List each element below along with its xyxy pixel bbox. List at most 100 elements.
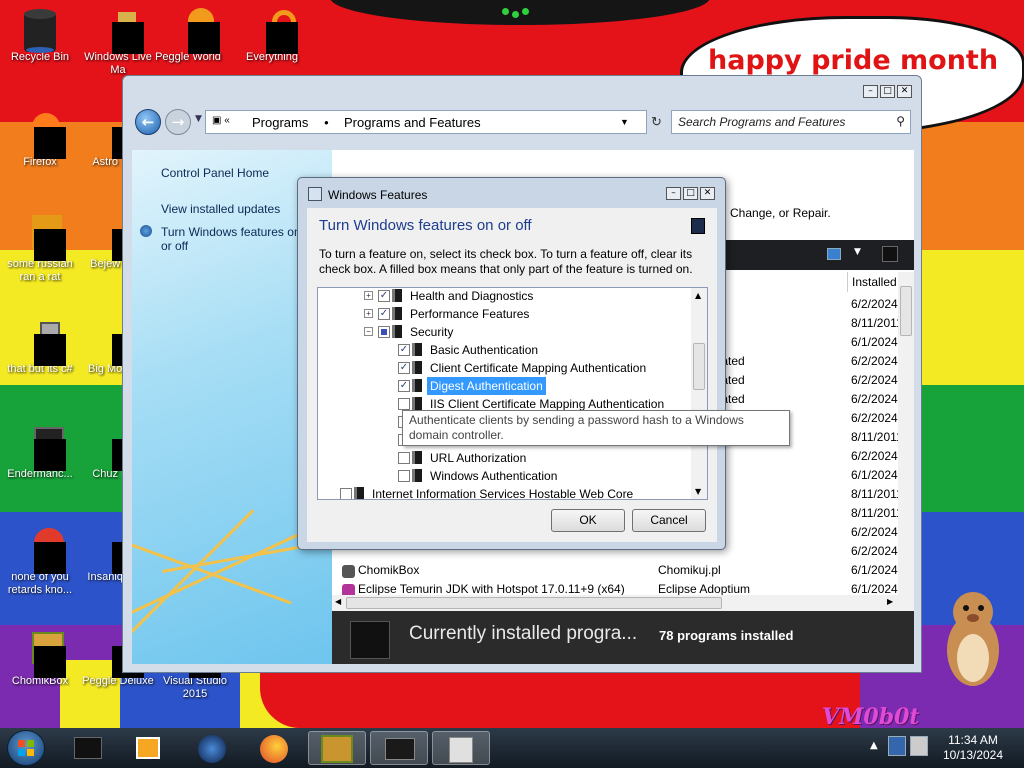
refresh-icon[interactable]: ↻ bbox=[651, 114, 662, 130]
feature-item[interactable]: ✓ Client Certificate Mapping Authenticati… bbox=[318, 359, 690, 377]
column-header-installed[interactable]: Installed bbox=[847, 272, 899, 292]
minimize-icon[interactable]: – bbox=[863, 85, 878, 98]
wallpaper-dot bbox=[502, 8, 509, 15]
feature-checkbox[interactable]: ✓ bbox=[378, 308, 390, 320]
desktop-icon-peggle-world[interactable]: Peggle World bbox=[148, 8, 228, 64]
view-dropdown-icon[interactable]: ▼ bbox=[854, 247, 861, 257]
expand-icon[interactable]: + bbox=[364, 309, 373, 318]
network-icon[interactable] bbox=[888, 736, 906, 756]
expand-icon[interactable]: + bbox=[364, 291, 373, 300]
help-icon[interactable] bbox=[691, 218, 705, 234]
collapse-icon[interactable]: − bbox=[364, 327, 373, 336]
search-icon[interactable]: ⚲ bbox=[896, 114, 905, 128]
watermark-text: VM0b0t bbox=[822, 704, 920, 728]
address-box[interactable]: ▣ « Programs ● Programs and Features ▼ ↻ bbox=[205, 110, 662, 134]
table-row[interactable]: ChomikBox Chomikuj.pl 6/1/2024 bbox=[332, 562, 898, 581]
feature-label: Internet Information Services Hostable W… bbox=[372, 487, 634, 500]
feature-item[interactable]: Internet Information Services Hostable W… bbox=[318, 485, 690, 500]
firefox-icon bbox=[20, 113, 66, 159]
show-hidden-icons-icon[interactable]: ▲ bbox=[870, 740, 878, 751]
help-icon[interactable] bbox=[882, 246, 898, 262]
taskbar-app-1[interactable] bbox=[60, 731, 118, 765]
dialog-heading: Turn Windows features on or off bbox=[319, 217, 532, 234]
feature-checkbox[interactable] bbox=[398, 398, 410, 410]
search-input[interactable]: Search Programs and Features ⚲ bbox=[671, 110, 911, 134]
windows-features-dialog: Windows Features – □ ✕ Turn Windows feat… bbox=[297, 177, 726, 550]
taskbar-app-chomikbox[interactable] bbox=[308, 731, 366, 765]
close-icon[interactable]: ✕ bbox=[897, 85, 912, 98]
close-icon[interactable]: ✕ bbox=[700, 187, 715, 200]
volume-icon[interactable] bbox=[910, 736, 928, 756]
link-view-installed-updates[interactable]: View installed updates bbox=[161, 202, 280, 216]
feature-checkbox[interactable] bbox=[340, 488, 352, 499]
feature-checkbox[interactable]: ✓ bbox=[398, 380, 410, 392]
desktop-icon-csharp[interactable]: that but its c# bbox=[0, 320, 80, 376]
minimize-icon[interactable]: – bbox=[666, 187, 681, 200]
feature-item[interactable]: ✓ Digest Authentication bbox=[318, 377, 690, 395]
desktop-icon-chomikbox[interactable]: ChomikBox bbox=[0, 632, 80, 688]
dialog-window-controls: – □ ✕ bbox=[666, 187, 715, 200]
feature-label: Health and Diagnostics bbox=[410, 289, 534, 303]
tree-scrollbar[interactable]: ▲ ▼ bbox=[691, 288, 707, 499]
feature-checkbox[interactable]: ✓ bbox=[398, 344, 410, 356]
desktop-icon-everything[interactable]: Everything bbox=[232, 8, 312, 64]
feature-item[interactable]: ✓ Basic Authentication bbox=[318, 341, 690, 359]
feature-item[interactable]: URL Authorization bbox=[318, 449, 690, 467]
list-horizontal-scrollbar[interactable]: ◀ ▶ bbox=[332, 595, 898, 611]
feature-checkbox[interactable]: ✓ bbox=[378, 290, 390, 302]
media-player-icon bbox=[136, 737, 160, 759]
recent-pages-dropdown-icon[interactable]: ▼ bbox=[195, 114, 202, 124]
cancel-button[interactable]: Cancel bbox=[632, 509, 706, 532]
program-installed-date: 6/1/2024 bbox=[851, 563, 898, 577]
address-dropdown-icon[interactable]: ▼ bbox=[620, 117, 629, 127]
feature-checkbox[interactable] bbox=[398, 452, 410, 464]
feature-item[interactable]: + ✓ Performance Features bbox=[318, 305, 690, 323]
taskbar-app-firefox[interactable] bbox=[246, 731, 304, 765]
address-bar-area: ← → ▼ ▣ « Programs ● Programs and Featur… bbox=[135, 106, 911, 138]
breadcrumb-programs[interactable]: Programs bbox=[252, 115, 308, 130]
taskbar-app-media[interactable] bbox=[120, 731, 178, 765]
list-vertical-scrollbar[interactable]: ▼ bbox=[898, 272, 914, 664]
taskbar-app-globe[interactable] bbox=[184, 731, 242, 765]
feature-checkbox[interactable] bbox=[378, 326, 390, 338]
link-turn-features-on-off[interactable]: Turn Windows features on or off bbox=[161, 225, 301, 253]
feature-item[interactable]: + ✓ Health and Diagnostics bbox=[318, 288, 690, 305]
back-button[interactable]: ← bbox=[135, 109, 161, 135]
feature-checkbox[interactable] bbox=[398, 470, 410, 482]
program-installed-date: 8/11/2011 bbox=[851, 430, 903, 444]
program-installed-date: 6/2/2024 bbox=[851, 373, 898, 387]
taskbar-app-programs[interactable] bbox=[370, 731, 428, 765]
desktop-icon-russian-rat[interactable]: some russian ran a rat bbox=[0, 215, 80, 284]
scroll-left-icon[interactable]: ◀ bbox=[335, 597, 341, 606]
taskbar-app-features[interactable] bbox=[432, 731, 490, 765]
feature-item[interactable]: − Security bbox=[318, 323, 690, 341]
folder-icon bbox=[392, 325, 402, 338]
scrollbar-thumb[interactable] bbox=[900, 286, 912, 336]
desktop-icon-firefox[interactable]: Firefox bbox=[0, 113, 80, 169]
maximize-icon[interactable]: □ bbox=[683, 187, 698, 200]
scrollbar-thumb[interactable] bbox=[693, 343, 705, 390]
ok-button[interactable]: OK bbox=[551, 509, 625, 532]
window-controls: – □ ✕ bbox=[863, 85, 912, 98]
desktop-icon-recycle-bin[interactable]: Recycle Bin bbox=[0, 8, 80, 64]
scroll-down-icon[interactable]: ▼ bbox=[695, 487, 701, 496]
breadcrumb-programs-and-features[interactable]: Programs and Features bbox=[344, 115, 481, 130]
maximize-icon[interactable]: □ bbox=[880, 85, 895, 98]
view-options-icon[interactable] bbox=[827, 248, 841, 260]
start-button[interactable] bbox=[7, 730, 45, 766]
desktop-icon-windows-live[interactable]: Windows Live Ma bbox=[78, 8, 158, 77]
desktop-icon-endermanch[interactable]: Endermanc... bbox=[0, 425, 80, 481]
feature-label: Performance Features bbox=[410, 307, 530, 321]
feature-item[interactable]: Windows Authentication bbox=[318, 467, 690, 485]
clock[interactable]: 11:34 AM 10/13/2024 bbox=[934, 733, 1012, 763]
wallpaper-shape bbox=[260, 672, 860, 728]
forward-button[interactable]: → bbox=[165, 109, 191, 135]
program-name: Eclipse Temurin JDK with Hotspot 17.0.11… bbox=[358, 582, 625, 596]
feature-checkbox[interactable]: ✓ bbox=[398, 362, 410, 374]
desktop-icon-none-of-you[interactable]: none of you retards kno... bbox=[0, 528, 80, 597]
scroll-up-icon[interactable]: ▲ bbox=[695, 291, 701, 300]
link-control-panel-home[interactable]: Control Panel Home bbox=[161, 166, 269, 180]
programs-icon bbox=[385, 738, 415, 760]
scrollbar-thumb[interactable] bbox=[346, 597, 722, 609]
scroll-right-icon[interactable]: ▶ bbox=[887, 597, 893, 606]
